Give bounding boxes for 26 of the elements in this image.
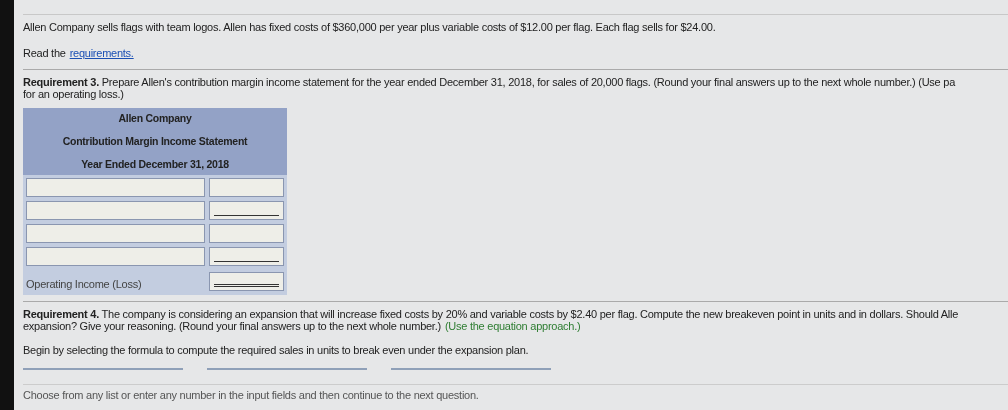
problem-text: Allen Company sells flags with team logos. Allen has fixed costs of $360,000 per year plus variable costs of $12.00 per flag. Each flag sells for $24.00. [23,20,717,35]
requirement-text: for an operating loss.) [23,88,125,100]
account-field[interactable] [26,247,205,267]
requirement-text: expansion? Give your reasoning. (Round your final answers up to the next whole number.) [23,319,441,332]
requirement-text: Requirement 3. Prepare Allen's contribution margin income statement for the year ended December 31, 2018, for sales of 20,000 flags. (Round your final answers up to the next whole number.) (Use pa [23,76,957,88]
formula-blank[interactable] [23,366,183,371]
hint-text: (Use the equation approach.) [444,319,581,332]
formula-blank[interactable] [391,366,551,371]
amount-field[interactable] [209,178,284,198]
read-label: Read the [23,45,66,61]
requirements-link[interactable]: requirements. [69,44,134,61]
formula-blank[interactable] [207,366,367,371]
amount-field[interactable] [209,272,284,291]
statement-title: Contribution Margin Income Statement [62,133,248,149]
statement-title: Year Ended December 31, 2018 [81,156,229,172]
account-field[interactable] [26,201,205,221]
amount-field[interactable] [209,247,284,267]
requirement-text: Requirement 4. The company is considering an expansion that will increase fixed costs by 20% and variable costs by $2.40 per flag. Compute the new breakeven point in units and in dollars. Should Alle [23,307,960,320]
account-field[interactable] [26,224,205,244]
amount-field[interactable] [209,201,284,221]
footer-text: Choose from any list or enter any number in the input fields and then continue to the next question. [23,384,1008,404]
account-field[interactable] [26,178,205,198]
instruction-text: Begin by selecting the formula to compute the required sales in units to break even under the expansion plan. [23,342,530,358]
statement-title: Allen Company [118,111,192,126]
row-label: Operating Income (Loss) [26,277,143,293]
amount-field[interactable] [209,224,284,244]
